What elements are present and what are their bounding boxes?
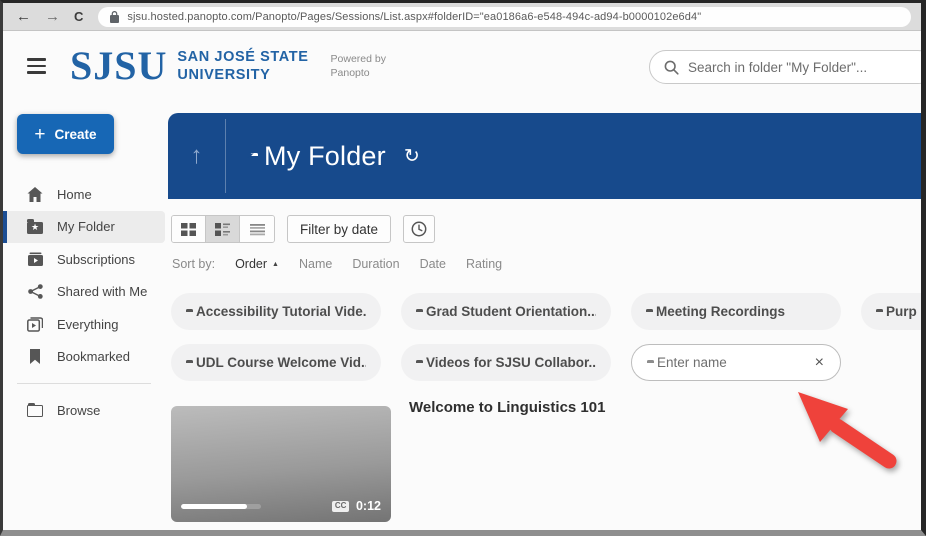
view-mode-switcher xyxy=(171,215,275,243)
content-area: ↑ ★ My Folder ↻ xyxy=(165,101,926,536)
folder-tile-videos-sjsu[interactable]: Videos for SJSU Collabor... xyxy=(401,344,611,381)
sjsu-logo[interactable]: SJSU SAN JOSÉ STATE UNIVERSITY Powered b… xyxy=(70,46,386,86)
lock-icon xyxy=(110,11,119,23)
sidebar-item-subscriptions[interactable]: Subscriptions xyxy=(3,243,165,276)
folder-tile-row-2: UDL Course Welcome Vid... Videos for SJS… xyxy=(168,344,926,381)
list-view-icon xyxy=(250,223,265,236)
folder-tile-udl-course[interactable]: UDL Course Welcome Vid... xyxy=(171,344,381,381)
sidebar-item-shared-with-me[interactable]: Shared with Me xyxy=(3,276,165,309)
folder-tile-purple[interactable]: Purp xyxy=(861,293,926,330)
filter-by-date-button[interactable]: Filter by date xyxy=(287,215,391,243)
create-button[interactable]: + Create xyxy=(17,114,114,154)
folder-tile-accessibility[interactable]: Accessibility Tutorial Vide... xyxy=(171,293,381,330)
plus-icon: + xyxy=(34,125,45,144)
sidebar-item-everything[interactable]: Everything xyxy=(3,308,165,341)
address-bar[interactable]: sjsu.hosted.panopto.com/Panopto/Pages/Se… xyxy=(98,7,911,27)
refresh-icon[interactable]: ↻ xyxy=(404,145,420,168)
sidebar-item-home[interactable]: Home xyxy=(3,178,165,211)
forward-icon[interactable]: → xyxy=(38,9,67,24)
folder-tile-grad-student[interactable]: Grad Student Orientation... xyxy=(401,293,611,330)
sort-order[interactable]: Order ▲ xyxy=(235,257,279,271)
home-icon xyxy=(26,185,44,203)
sidebar: + Create Home ★ My Folder xyxy=(3,101,165,536)
detail-view-icon xyxy=(215,223,230,236)
url-text: sjsu.hosted.panopto.com/Panopto/Pages/Se… xyxy=(127,11,701,23)
sidebar-divider xyxy=(17,383,151,384)
everything-icon xyxy=(26,315,44,333)
grid-view-button[interactable] xyxy=(172,216,206,242)
back-icon[interactable]: ← xyxy=(9,9,38,24)
detail-view-button[interactable] xyxy=(206,216,240,242)
video-row: CC 0:12 Welcome to Linguistics 101 xyxy=(168,406,926,522)
folder-star-icon: ★ xyxy=(26,218,44,236)
folder-title: My Folder xyxy=(264,141,386,172)
sort-by-label: Sort by: xyxy=(172,257,215,271)
up-arrow-icon: ↑ xyxy=(191,144,203,168)
video-thumbnail[interactable]: CC 0:12 xyxy=(171,406,391,522)
list-view-button[interactable] xyxy=(240,216,274,242)
browse-folder-icon xyxy=(26,401,44,419)
folder-banner: ↑ ★ My Folder ↻ xyxy=(168,113,926,199)
sort-name[interactable]: Name xyxy=(299,257,332,271)
search-input[interactable] xyxy=(688,60,920,75)
folder-tile-row-1: Accessibility Tutorial Vide... Grad Stud… xyxy=(168,293,926,330)
subscriptions-icon xyxy=(26,250,44,268)
search-box[interactable] xyxy=(649,50,926,84)
video-duration: 0:12 xyxy=(356,499,381,513)
grid-view-icon xyxy=(181,223,196,236)
captions-badge: CC xyxy=(332,501,349,512)
sort-duration[interactable]: Duration xyxy=(352,257,399,271)
share-icon xyxy=(26,283,44,301)
bookmark-icon xyxy=(26,348,44,366)
folder-tile-meeting-recordings[interactable]: Meeting Recordings xyxy=(631,293,841,330)
sort-bar: Sort by: Order ▲ Name Duration Date Rati… xyxy=(168,257,926,271)
video-title[interactable]: Welcome to Linguistics 101 xyxy=(409,399,605,522)
sort-ascending-icon: ▲ xyxy=(272,261,279,268)
video-progress-bar xyxy=(181,504,261,509)
clock-icon xyxy=(411,221,427,237)
sidebar-nav: Home ★ My Folder Subscriptions xyxy=(3,178,165,427)
new-folder-name-input[interactable] xyxy=(657,355,804,370)
recent-button[interactable] xyxy=(403,215,435,243)
parent-folder-button[interactable]: ↑ xyxy=(168,113,225,199)
view-toolbar: Filter by date xyxy=(168,215,926,243)
sort-rating[interactable]: Rating xyxy=(466,257,502,271)
browser-toolbar: ← → C sjsu.hosted.panopto.com/Panopto/Pa… xyxy=(3,3,921,31)
sjsu-logo-words: SAN JOSÉ STATE UNIVERSITY xyxy=(177,48,308,84)
close-icon[interactable]: × xyxy=(814,355,825,371)
sidebar-item-my-folder[interactable]: ★ My Folder xyxy=(3,211,165,244)
menu-icon[interactable] xyxy=(27,58,46,74)
app-header: SJSU SAN JOSÉ STATE UNIVERSITY Powered b… xyxy=(3,31,921,101)
sidebar-item-bookmarked[interactable]: Bookmarked xyxy=(3,341,165,374)
search-icon xyxy=(664,60,679,75)
powered-by-panopto: Powered by Panopto xyxy=(331,52,386,80)
sidebar-item-browse[interactable]: Browse xyxy=(3,394,165,427)
browser-window: ← → C sjsu.hosted.panopto.com/Panopto/Pa… xyxy=(0,0,926,536)
new-folder-name-tile[interactable]: × xyxy=(631,344,841,381)
sjsu-logo-acronym: SJSU xyxy=(70,46,167,86)
reload-icon[interactable]: C xyxy=(67,10,90,23)
sort-date[interactable]: Date xyxy=(420,257,446,271)
